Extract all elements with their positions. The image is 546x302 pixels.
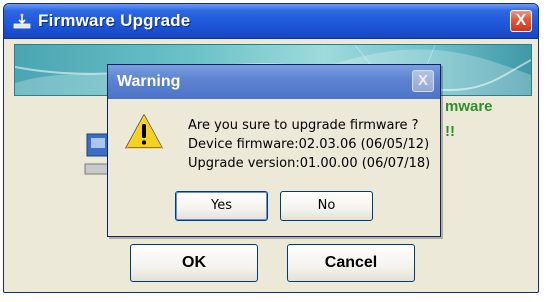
main-titlebar[interactable]: Firmware Upgrade X	[4, 4, 538, 39]
warning-triangle-icon	[125, 114, 163, 149]
warning-dialog: Warning X Are you sure to upgrade firmwa…	[107, 64, 441, 237]
firmware-icon	[13, 13, 31, 29]
no-button[interactable]: No	[280, 191, 373, 221]
warning-close-button[interactable]: X	[412, 70, 434, 92]
status-text-line-1: mware	[445, 98, 493, 115]
warning-message-line: Upgrade version:01.00.00 (06/07/18)	[188, 156, 431, 171]
window-title: Firmware Upgrade	[38, 11, 191, 30]
yes-button[interactable]: Yes	[175, 191, 268, 221]
warning-title: Warning	[117, 73, 181, 90]
cancel-button[interactable]: Cancel	[287, 244, 415, 282]
main-close-button[interactable]: X	[510, 10, 532, 32]
warning-message-line: Are you sure to upgrade firmware ?	[188, 118, 419, 133]
warning-message-line: Device firmware:02.03.06 (06/05/12)	[188, 137, 430, 152]
warning-titlebar[interactable]: Warning X	[108, 65, 440, 99]
status-text-line-2: !!	[445, 123, 455, 140]
ok-button[interactable]: OK	[130, 244, 258, 282]
